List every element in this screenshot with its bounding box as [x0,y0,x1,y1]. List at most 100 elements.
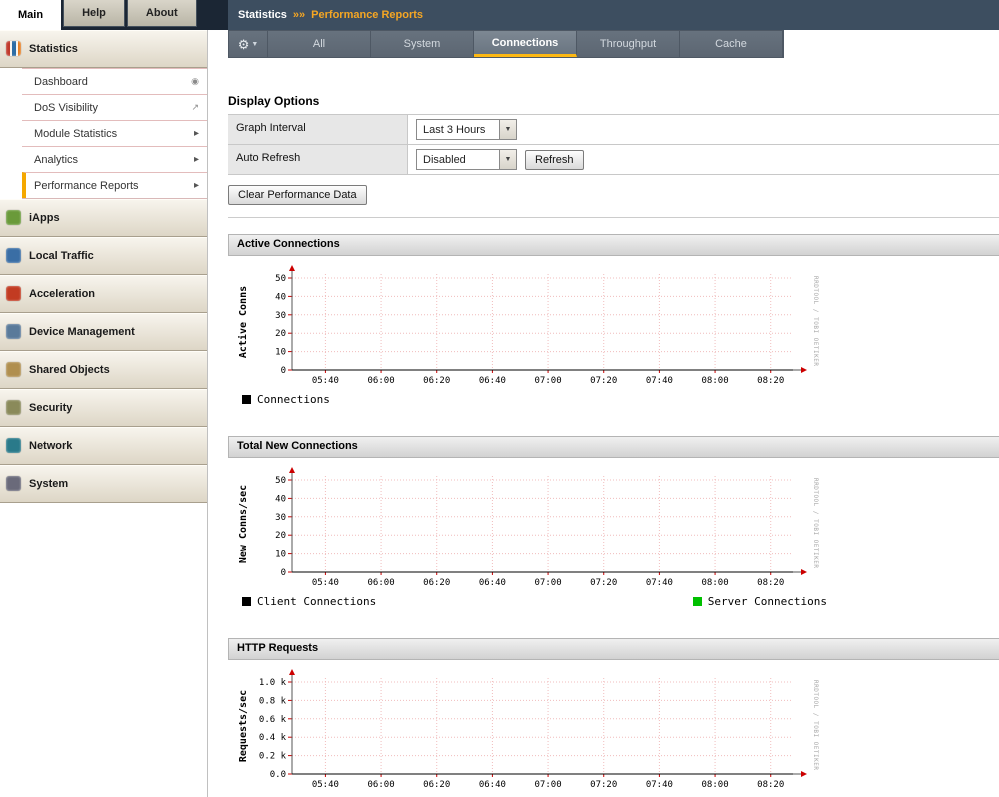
auto-refresh-selected: Disabled [417,154,499,166]
sidebar-sections: iApps Local TrafficAcceleration Device Man… [0,199,207,503]
total-new-connections-chart: 05:4006:0006:2006:4007:0007:2007:4008:00… [236,466,999,595]
svg-text:RRDTOOL / TOBI OETIKER: RRDTOOL / TOBI OETIKER [812,680,819,770]
svg-text:07:20: 07:20 [590,376,617,386]
svg-text:RRDTOOL / TOBI OETIKER: RRDTOOL / TOBI OETIKER [812,478,819,568]
svg-text:07:40: 07:40 [646,780,673,790]
legend-swatch [242,395,251,404]
svg-text:07:00: 07:00 [535,578,562,588]
arrow-icon: ▸ [194,180,199,191]
sidebar-section-label: Device Management [29,326,135,338]
auto-refresh-select[interactable]: Disabled ▼ [416,149,517,170]
sidebar-section-security[interactable]: Security [0,389,207,427]
sidebar-section-label: Security [29,402,72,414]
svg-text:08:00: 08:00 [702,780,729,790]
svg-text:08:00: 08:00 [702,578,729,588]
chart-section-active-connections: Active Connections05:4006:0006:2006:4007… [228,234,999,406]
chevron-down-icon: ▼ [499,150,516,169]
device-management-icon [6,324,21,339]
auto-refresh-row: Auto Refresh Disabled ▼ Refresh [228,145,999,175]
top-tab-about[interactable]: About [127,0,197,27]
tab-system[interactable]: System [371,31,474,57]
graph-interval-label: Graph Interval [228,115,408,144]
svg-text:06:40: 06:40 [479,376,506,386]
svg-text:06:40: 06:40 [479,780,506,790]
clear-performance-data-button[interactable]: Clear Performance Data [228,185,367,205]
sidebar-section-device-management[interactable]: Device Management [0,313,207,351]
gear-icon: ⚙ [238,38,250,51]
svg-text:30: 30 [275,513,286,523]
security-icon [6,400,21,415]
top-tab-main[interactable]: Main [0,0,61,30]
svg-text:05:40: 05:40 [312,376,339,386]
sidebar: Statistics Dashboard◉ DoS Visibility ↗ Modu… [0,30,208,797]
svg-text:10: 10 [275,550,286,560]
sidebar-section-acceleration[interactable]: Acceleration [0,275,207,313]
sidebar-section-label: System [29,478,68,490]
sidebar-item-label: Analytics [34,154,78,166]
sidebar-item-performance-reports[interactable]: Performance Reports ▸ [22,172,207,198]
svg-text:0.0: 0.0 [270,770,286,780]
svg-text:Requests/sec: Requests/sec [238,690,249,762]
sidebar-section-iapps[interactable]: iApps [0,199,207,237]
svg-text:0.6 k: 0.6 k [259,715,287,725]
iapps-icon [6,210,21,225]
content-divider [228,217,999,218]
refresh-button[interactable]: Refresh [525,150,584,170]
auto-refresh-label: Auto Refresh [228,145,408,174]
sidebar-item-dos-visibility[interactable]: DoS Visibility ↗ [22,94,207,120]
active-connections-chart: 05:4006:0006:2006:4007:0007:2007:4008:00… [236,264,999,393]
sidebar-section-system[interactable]: System [0,465,207,503]
tabs: AllSystemConnectionsThroughputCache [268,31,783,57]
svg-text:07:40: 07:40 [646,578,673,588]
tab-cache[interactable]: Cache [680,31,783,57]
charts-area: Active Connections05:4006:0006:2006:4007… [228,234,999,797]
network-icon [6,438,21,453]
svg-text:07:40: 07:40 [646,376,673,386]
legend-swatch [242,597,251,606]
tab-throughput[interactable]: Throughput [577,31,680,57]
statistics-submenu: Dashboard◉ DoS Visibility ↗ Module Statisti… [22,68,207,199]
external-icon: ↗ [191,102,199,113]
legend-item: Server Connections [693,595,827,608]
breadcrumb-section[interactable]: Statistics [238,9,287,21]
chart-section-title: HTTP Requests [228,638,999,660]
chevron-down-icon: ▼ [499,120,516,139]
svg-text:1.0 k: 1.0 k [259,678,287,688]
graph-interval-value-cell: Last 3 Hours ▼ [408,115,999,144]
sidebar-section-local-traffic[interactable]: Local Traffic [0,237,207,275]
arrow-icon: ▸ [194,154,199,165]
tab-all[interactable]: All [268,31,371,57]
sidebar-item-label: DoS Visibility [34,102,98,114]
sidebar-item-dashboard[interactable]: Dashboard◉ [22,68,207,94]
sidebar-section-shared-objects[interactable]: Shared Objects [0,351,207,389]
svg-text:30: 30 [275,311,286,321]
sidebar-section-label: iApps [29,212,60,224]
sidebar-item-analytics[interactable]: Analytics ▸ [22,146,207,172]
svg-text:06:00: 06:00 [368,376,395,386]
svg-text:06:00: 06:00 [368,578,395,588]
svg-text:Active Conns: Active Conns [237,286,249,358]
sidebar-item-label: Dashboard [34,76,88,88]
sidebar-section-statistics[interactable]: Statistics [0,30,207,68]
chart-legend: Connections [242,393,827,406]
svg-text:06:40: 06:40 [479,578,506,588]
chart-settings-menu[interactable]: ⚙ ▼ [229,31,268,57]
sidebar-section-network[interactable]: Network [0,427,207,465]
acceleration-icon [6,286,21,301]
graph-interval-select[interactable]: Last 3 Hours ▼ [416,119,517,140]
legend-label: Connections [257,393,330,406]
svg-text:40: 40 [275,494,286,504]
total-new-connections-plot: 05:4006:0006:2006:4007:0007:2007:4008:00… [236,466,821,592]
chart-section-http-requests: HTTP Requests05:4006:0006:2006:4007:0007… [228,638,999,797]
svg-text:0: 0 [281,366,286,376]
sidebar-section-label: Shared Objects [29,364,110,376]
sidebar-item-label: Performance Reports [34,180,139,192]
tab-connections[interactable]: Connections [474,31,577,57]
svg-text:06:20: 06:20 [423,376,450,386]
display-options-title: Display Options [228,94,999,108]
legend-swatch [693,597,702,606]
svg-text:40: 40 [275,292,286,302]
sidebar-item-module-statistics[interactable]: Module Statistics▸ [22,120,207,146]
svg-text:05:40: 05:40 [312,578,339,588]
top-tab-help[interactable]: Help [63,0,125,27]
